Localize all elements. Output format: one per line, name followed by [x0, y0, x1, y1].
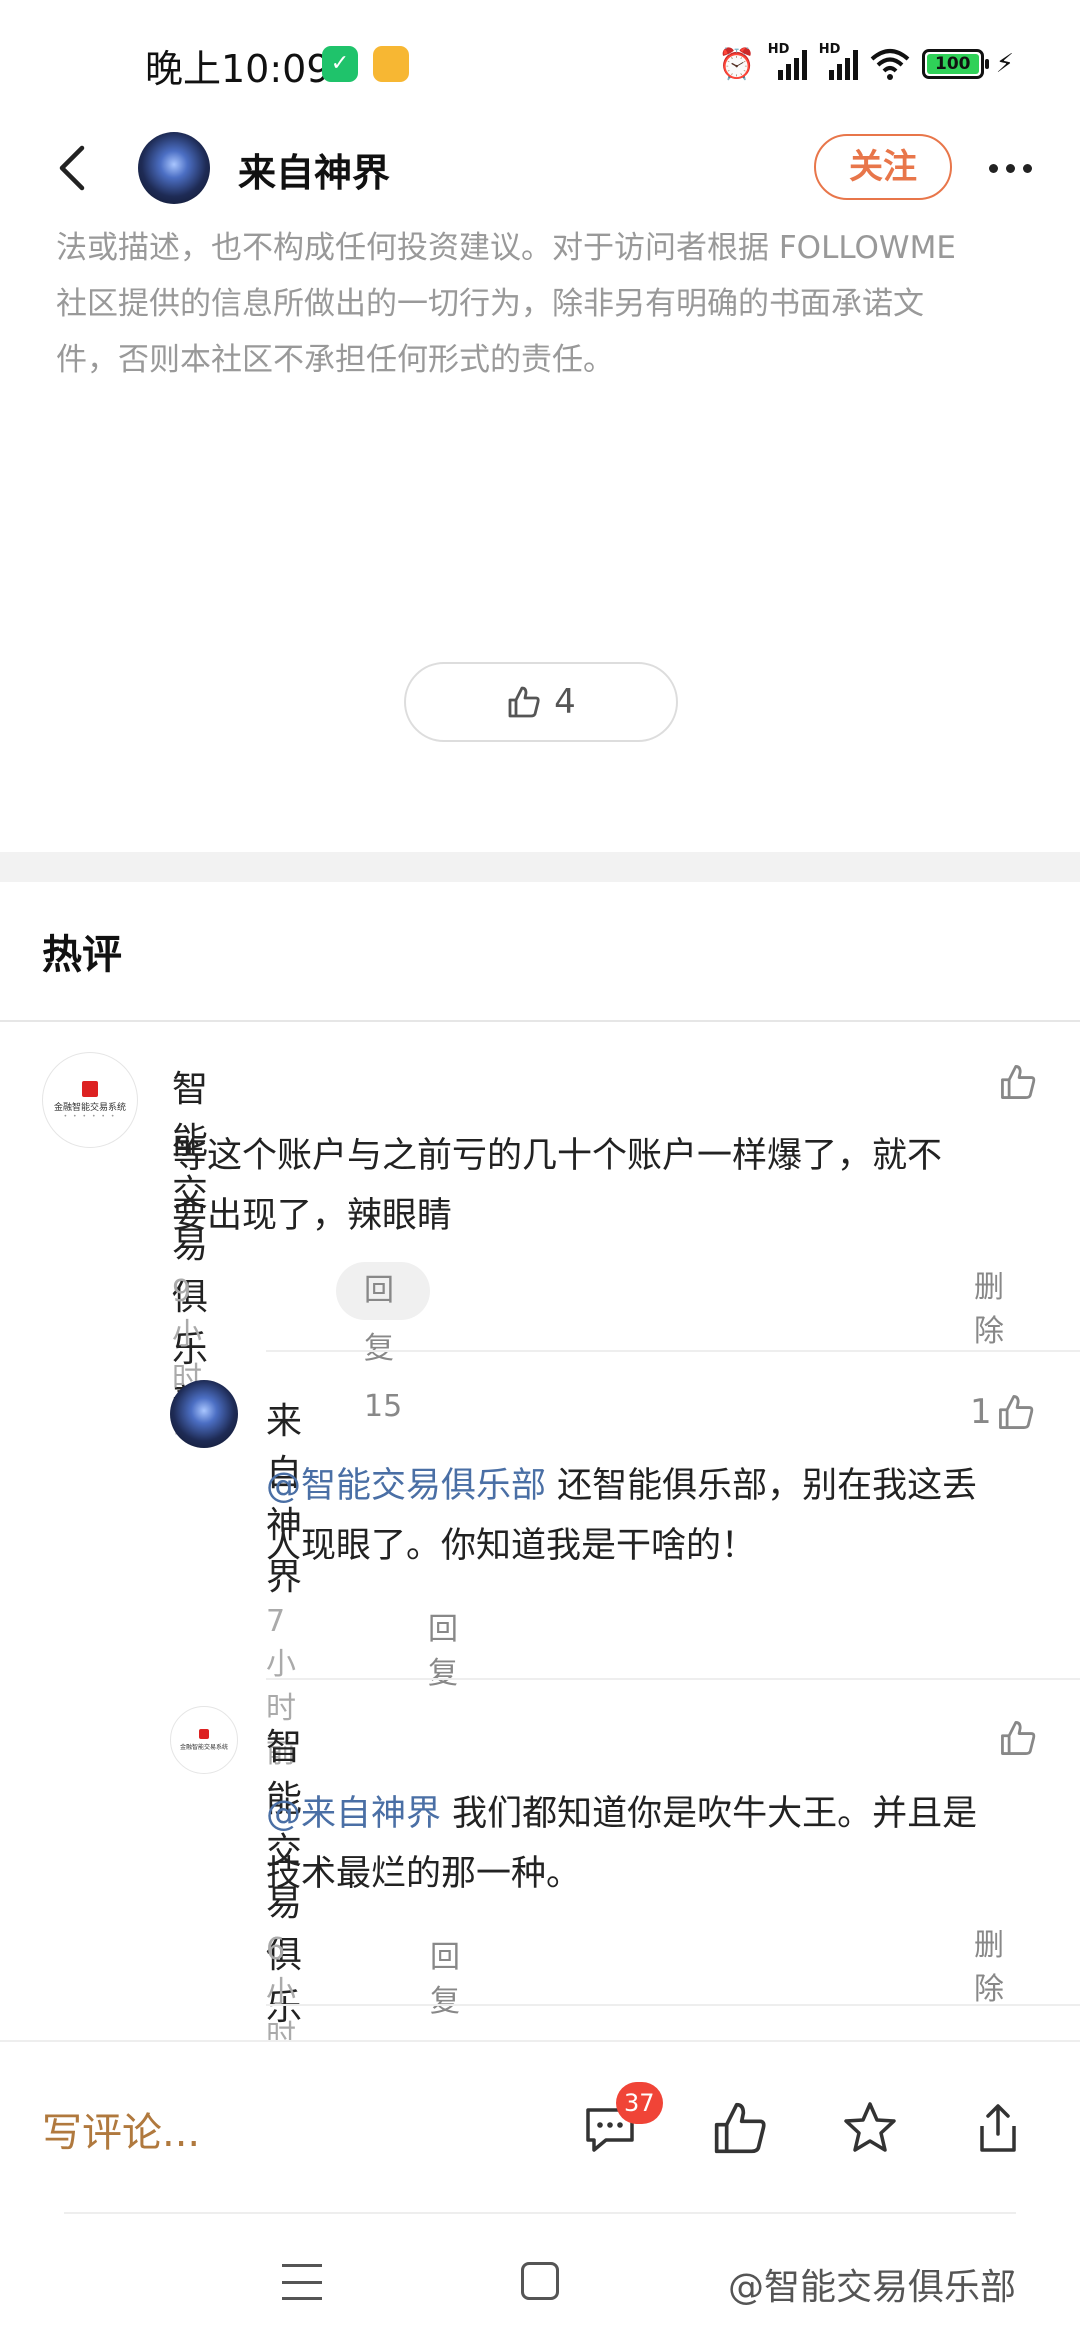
- alarm-icon: ⏰: [718, 46, 756, 82]
- status-time: 晚上10:09: [145, 47, 331, 91]
- follow-button[interactable]: 关注: [814, 134, 952, 200]
- charging-icon: ⚡: [995, 49, 1014, 79]
- divider: [0, 1020, 1080, 1022]
- watermark: @智能交易俱乐部: [728, 2267, 1017, 2308]
- reply-text-line: 技术最烂的那一种。: [266, 1854, 582, 1894]
- delete-button[interactable]: 删除: [974, 1262, 1004, 1350]
- reply-text-line: 我们都知道你是吹牛大王。并且是: [441, 1794, 978, 1834]
- club-avatar-text: 金融智能交易系统: [53, 1102, 126, 1113]
- reply-button[interactable]: 回复: [430, 1932, 460, 2020]
- post-like-count: 4: [554, 682, 576, 722]
- club-logo-icon: [82, 1080, 98, 1097]
- reply-count-button[interactable]: 回复15: [336, 1262, 431, 1424]
- delete-button[interactable]: 删除: [974, 1920, 1004, 2008]
- write-comment-input[interactable]: 写评论...: [42, 2100, 200, 2158]
- hot-comments-title: 热评: [42, 932, 122, 978]
- thumbs-up-icon: [508, 686, 540, 718]
- battery-icon: 100: [921, 49, 989, 79]
- author-avatar[interactable]: [138, 132, 210, 204]
- signal-icon: HD: [768, 42, 807, 80]
- post-like-button[interactable]: 4: [404, 662, 678, 742]
- reply-text-line: 人现眼了。你知道我是干啥的！: [266, 1526, 757, 1566]
- disclaimer-line: 法或描述，也不构成任何投资建议。对于访问者根据 FOLLOWME: [56, 230, 956, 266]
- system-nav-bar: @智能交易俱乐部: [0, 2212, 1080, 2340]
- reply-text: @来自神界 我们都知道你是吹牛大王。并且是 技术最烂的那一种。: [266, 1784, 1056, 1904]
- club-avatar[interactable]: 金融智能交易系统: [170, 1706, 238, 1774]
- club-avatar-text: 金融智能交易系统: [179, 1744, 228, 1751]
- comment-action-bar: 写评论... 37: [0, 2040, 1080, 2212]
- club-avatar[interactable]: 金融智能交易系统 • • • • • •: [42, 1052, 138, 1148]
- reply-author-avatar[interactable]: [170, 1380, 238, 1448]
- battery-level: 100: [926, 54, 979, 74]
- section-divider: [0, 852, 1080, 882]
- reply-like-button[interactable]: [998, 1718, 1038, 1758]
- divider: [266, 1350, 1080, 1352]
- disclaimer-line: 社区提供的信息所做出的一切行为，除非另有明确的书面承诺文: [56, 286, 924, 322]
- thumbs-up-icon: [1001, 1721, 1036, 1755]
- notes-app-icon: [373, 46, 409, 82]
- thumbs-up-icon: [998, 1395, 1033, 1429]
- divider: [64, 2212, 1016, 2214]
- thumbs-up-icon: [714, 2102, 766, 2154]
- more-options-button[interactable]: [980, 138, 1040, 198]
- more-icon: [988, 163, 998, 173]
- comment-text: 等这个账户与之前亏的几十个账户一样爆了，就不 要出现了，辣眼睛: [172, 1126, 1052, 1246]
- reply-like-count: 1: [970, 1392, 992, 1432]
- chevron-left-icon: [59, 145, 85, 191]
- thumbs-up-icon: [1001, 1065, 1036, 1099]
- post-disclaimer: 法或描述，也不构成任何投资建议。对于访问者根据 FOLLOWME 社区提供的信息…: [56, 220, 1026, 388]
- comment-text-line: 等这个账户与之前亏的几十个账户一样爆了，就不: [172, 1136, 943, 1176]
- reply-like-button[interactable]: 1: [970, 1392, 1036, 1432]
- reply-text-line: 还智能俱乐部，别在我这丢: [546, 1466, 978, 1506]
- wifi-icon: [870, 49, 910, 80]
- mention-link[interactable]: @来自神界: [266, 1794, 441, 1834]
- share-button[interactable]: [968, 2098, 1028, 2158]
- share-icon: [980, 2104, 1016, 2152]
- author-name[interactable]: 来自神界: [238, 142, 390, 197]
- disclaimer-line: 件，否则本社区不承担任何形式的责任。: [56, 342, 614, 378]
- back-button[interactable]: [44, 138, 104, 198]
- favorite-button[interactable]: [840, 2098, 900, 2158]
- star-icon: [844, 2102, 896, 2152]
- comment-like-button[interactable]: [998, 1062, 1038, 1102]
- divider: [266, 2004, 1080, 2006]
- status-bar: 晚上10:09 ✓ ⏰ HD HD 100 ⚡: [0, 0, 1080, 120]
- signal-icon-2: HD: [819, 42, 858, 80]
- divider: [266, 1678, 1080, 1680]
- comment-text-line: 要出现了，辣眼睛: [172, 1196, 453, 1236]
- mention-link[interactable]: @智能交易俱乐部: [266, 1466, 546, 1506]
- security-app-icon: ✓: [322, 46, 358, 82]
- home-button[interactable]: [521, 2262, 559, 2300]
- like-button[interactable]: [710, 2098, 770, 2158]
- club-logo-icon: [199, 1729, 209, 1739]
- status-icons: ⏰ HD HD 100 ⚡: [718, 42, 1014, 84]
- comment-count-badge: 37: [616, 2082, 663, 2124]
- reply-text: @智能交易俱乐部 还智能俱乐部，别在我这丢 人现眼了。你知道我是干啥的！: [266, 1456, 1056, 1576]
- menu-icon: [282, 2264, 322, 2267]
- post-header: 来自神界 关注: [0, 120, 1080, 220]
- menu-button[interactable]: [282, 2264, 322, 2300]
